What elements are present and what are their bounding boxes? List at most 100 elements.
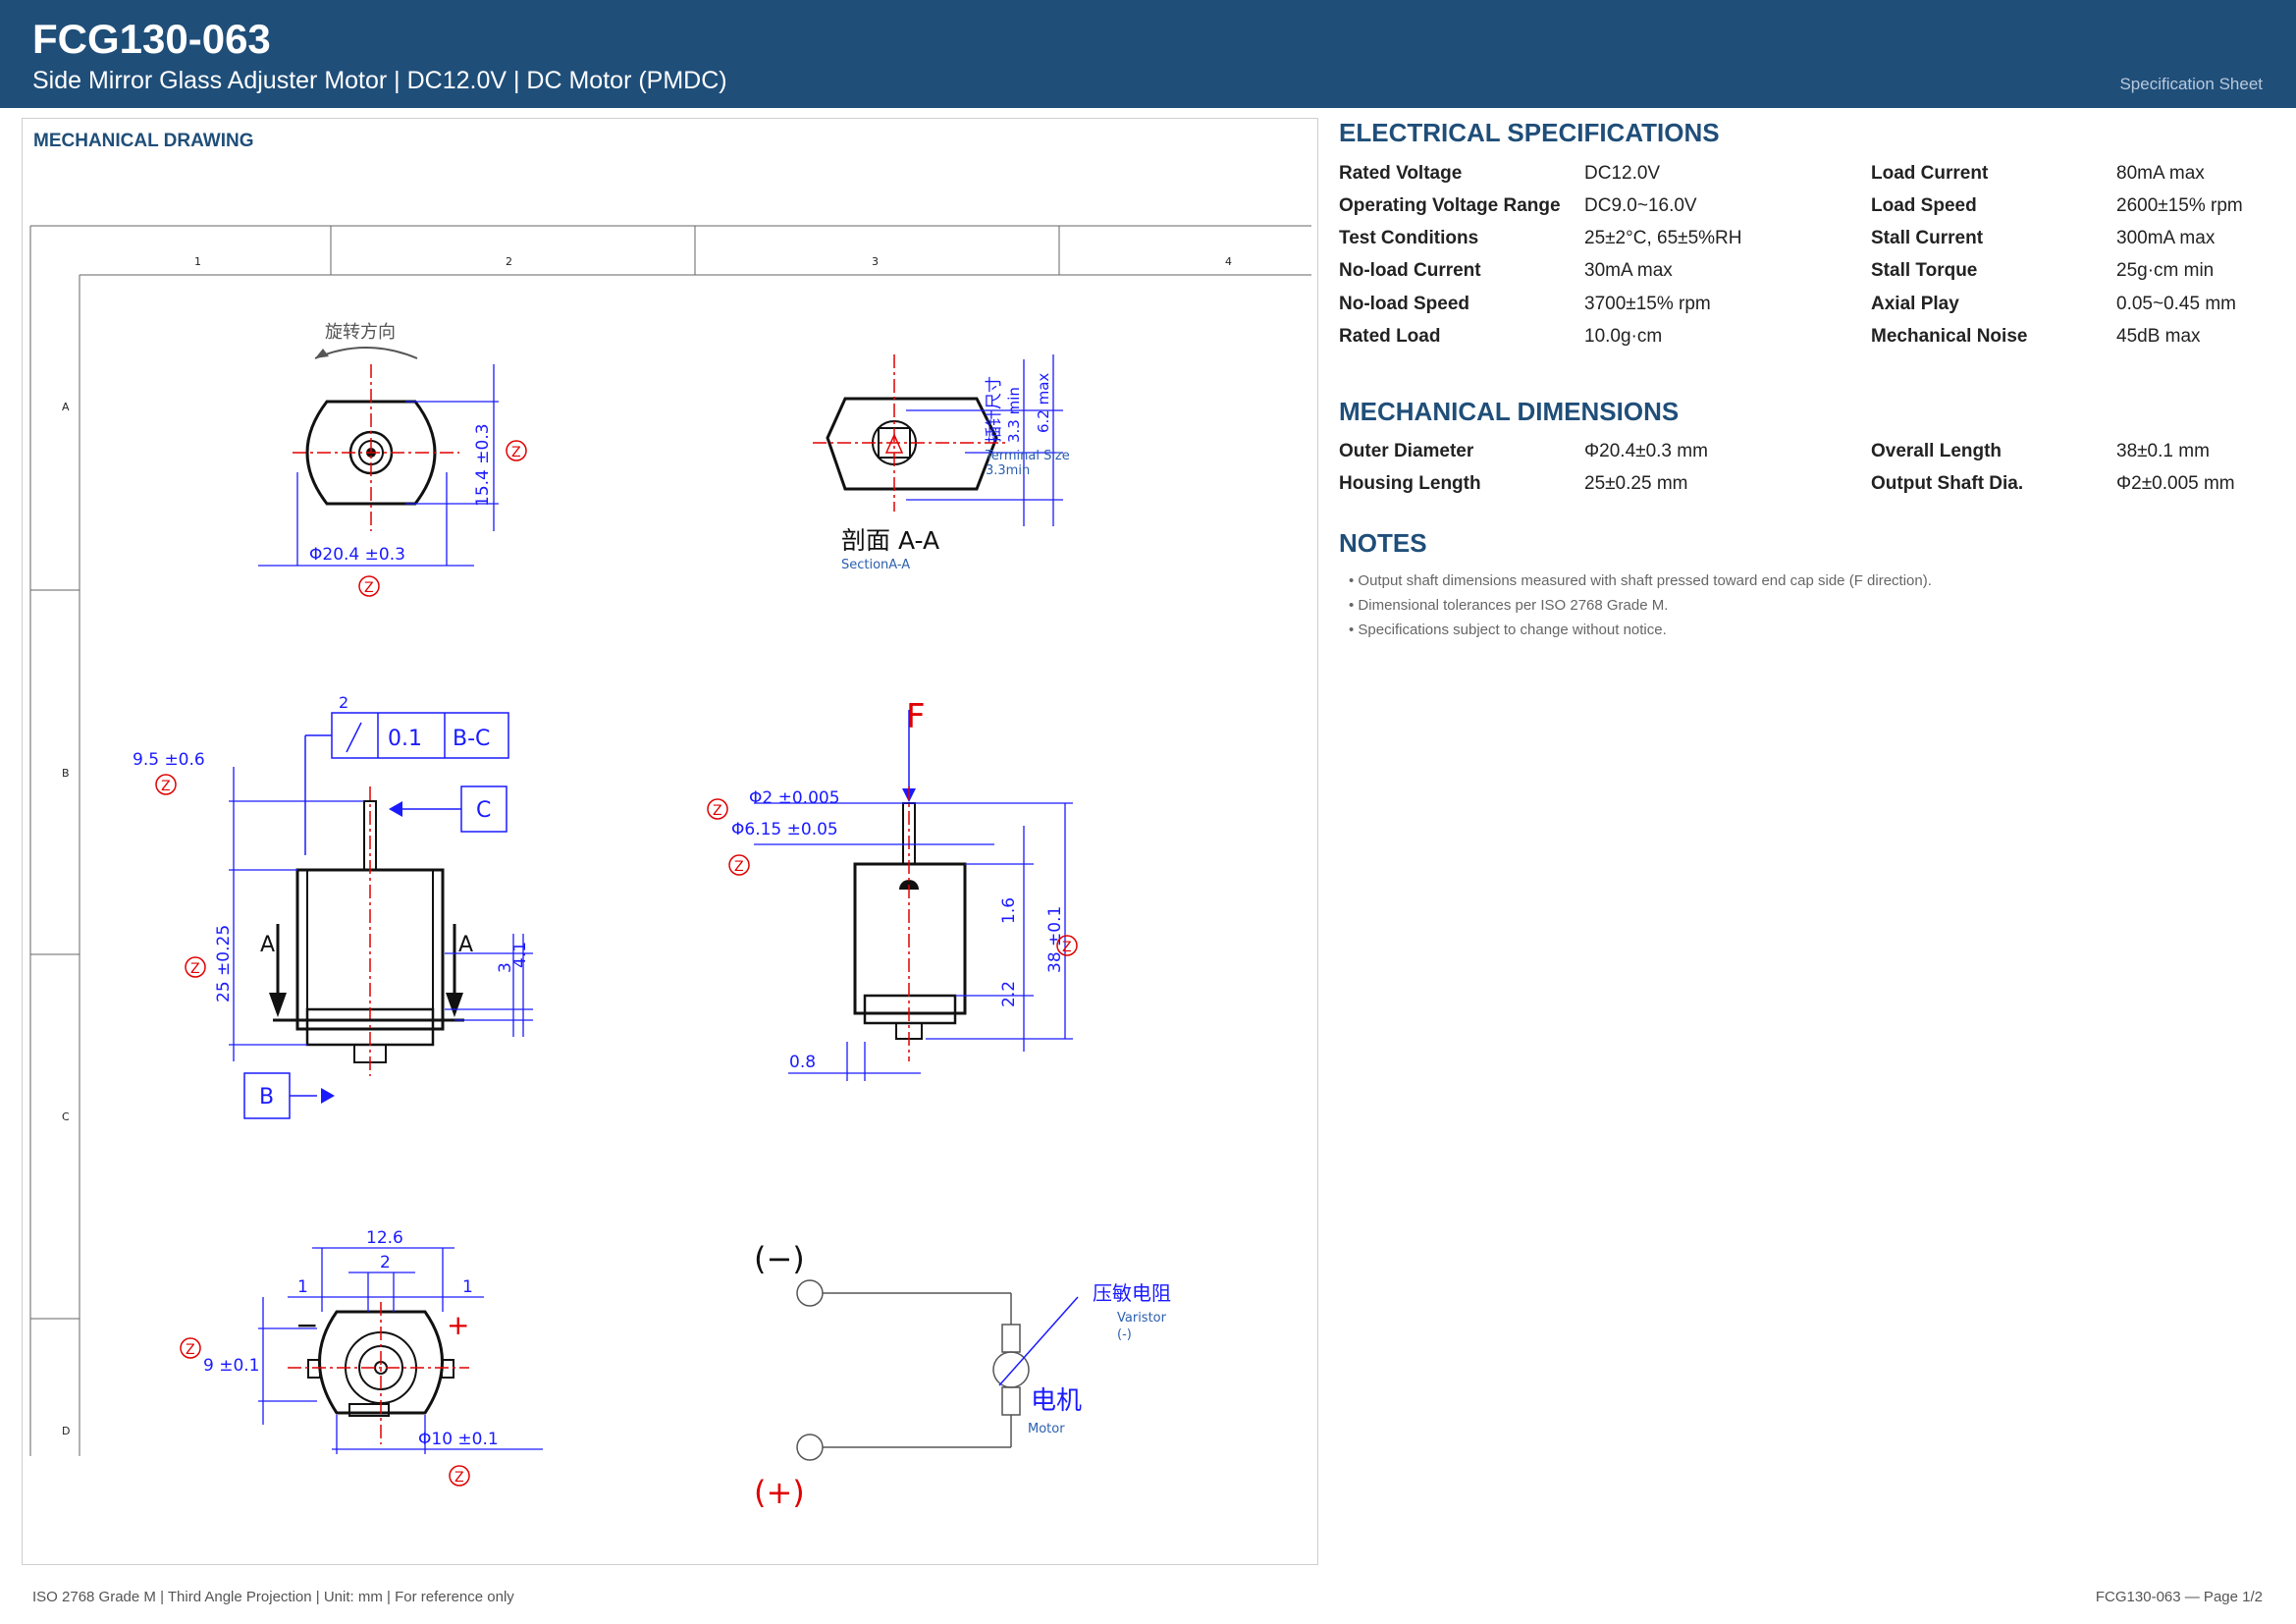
spec-label: No-load Speed <box>1339 294 1470 314</box>
housing-length-dim: 25 ±0.25 <box>214 925 234 1002</box>
spec-value: 80mA max <box>2116 163 2205 184</box>
dim-4-1: 4.1 <box>510 942 530 968</box>
z-mark-icon: Z <box>185 956 206 978</box>
terminal-size-cn: 插针尺寸 <box>985 376 1004 443</box>
spec-label: Output Shaft Dia. <box>1871 473 2024 494</box>
circuit-diagram: (−) (+) 压敏电阻 Varistor (-) 电机 Motor <box>754 1240 1171 1511</box>
dim-2-small: 2 <box>380 1253 391 1272</box>
spec-label: Test Conditions <box>1339 228 1479 248</box>
drawing-grid <box>29 225 1311 1456</box>
section-outline <box>826 397 998 491</box>
svg-text:Z: Z <box>364 580 374 596</box>
spec-label: Outer Diameter <box>1339 441 1474 461</box>
shaft-length-dim: 9.5 ±0.6 <box>133 750 205 770</box>
varistor-en-label: Varistor <box>1117 1311 1167 1326</box>
z-mark-icon: Z <box>358 575 380 597</box>
circuit-positive-label: (+) <box>754 1474 805 1511</box>
footer-standards: ISO 2768 Grade M | Third Angle Projectio… <box>32 1589 514 1605</box>
spec-value: 2600±15% rpm <box>2116 195 2243 216</box>
part-number-title: FCG130-063 <box>32 16 271 62</box>
z-mark-icon: Z <box>155 774 177 795</box>
terminal-min-dim: 3.3 min <box>1005 387 1023 443</box>
dim-2-2: 2.2 <box>999 981 1019 1007</box>
svg-text:Z: Z <box>454 1470 464 1486</box>
spec-value: Φ20.4±0.3 mm <box>1584 441 1708 461</box>
outer-diameter-dim: Φ20.4 ±0.3 <box>309 545 405 565</box>
svg-text:Z: Z <box>161 779 171 794</box>
notes-title: NOTES <box>1339 528 1427 558</box>
dim-1-6: 1.6 <box>999 897 1019 924</box>
rear-end-view: − + 12.6 2 1 1 9 ±0.1 Φ10 ±0.1 Z Z <box>180 1228 543 1487</box>
grid-row-b: B <box>62 767 70 780</box>
z-mark-icon: Z <box>506 440 527 461</box>
spec-label: Rated Load <box>1339 326 1441 347</box>
spec-value: DC9.0~16.0V <box>1584 195 1697 216</box>
svg-text:Z: Z <box>1062 940 1072 955</box>
section-title-cn: 剖面 A-A <box>841 526 939 555</box>
product-subtitle: Side Mirror Glass Adjuster Motor | DC12.… <box>32 67 727 94</box>
grid-labels: 1 2 3 4 A B C D <box>62 255 1232 1437</box>
footer-page-number: FCG130-063 — Page 1/2 <box>2095 1589 2263 1605</box>
dim-1-left: 1 <box>297 1277 308 1297</box>
spec-value: 10.0g·cm <box>1584 326 1663 347</box>
terminal-size-en: Terminal Size <box>985 449 1070 463</box>
terminal-max-dim: 6.2 max <box>1035 373 1052 433</box>
section-mark-left: A <box>260 933 275 957</box>
header-bar: FCG130-063 Side Mirror Glass Adjuster Mo… <box>0 0 2296 108</box>
dim-0-8: 0.8 <box>789 1053 816 1072</box>
dim-10: Φ10 ±0.1 <box>418 1430 499 1449</box>
datum-c-label: C <box>476 798 491 823</box>
spec-value: 25g·cm min <box>2116 260 2215 281</box>
mechanical-drawing-panel: MECHANICAL DRAWING 1 2 3 4 A B C D 旋转方向 … <box>22 118 1318 1565</box>
section-view-a-a: 插针尺寸 3.3 min 6.2 max Terminal Size 3.3mi… <box>813 354 1070 572</box>
spec-value: DC12.0V <box>1584 163 1661 184</box>
runout-reference: B-C <box>453 727 490 751</box>
z-mark-icon: Z <box>707 798 728 820</box>
spec-value: 25±0.25 mm <box>1584 473 1688 494</box>
varistor-sub-label: (-) <box>1117 1327 1132 1342</box>
section-title-en: SectionA-A <box>841 558 910 572</box>
circuit-negative-label: (−) <box>754 1240 805 1277</box>
spec-value: 30mA max <box>1584 260 1673 281</box>
spec-label: Overall Length <box>1871 441 2002 461</box>
grid-col-2: 2 <box>506 255 512 268</box>
terminal-size-en-min: 3.3min <box>986 463 1030 478</box>
motor-cn-label: 电机 <box>1031 1386 1082 1416</box>
spec-label: Stall Torque <box>1871 260 1978 281</box>
side-view-right: F Φ2 ±0.005 Φ6.15 ±0.05 1.6 2.2 38 ±0.1 … <box>707 697 1078 1081</box>
grid-col-3: 3 <box>872 255 879 268</box>
spec-value: 3700±15% rpm <box>1584 294 1711 314</box>
shaft-diameter-dim: Φ2 ±0.005 <box>749 788 840 808</box>
grid-row-a: A <box>62 401 70 413</box>
grid-col-1: 1 <box>194 255 201 268</box>
spec-label: Housing Length <box>1339 473 1481 494</box>
spec-label: Rated Voltage <box>1339 163 1463 184</box>
spec-value: 0.05~0.45 mm <box>2116 294 2236 314</box>
dim-1-right: 1 <box>462 1277 473 1297</box>
datum-b-label: B <box>259 1085 274 1110</box>
grid-row-c: C <box>62 1110 70 1123</box>
side-view-left: 2 0.1 B-C C A A B 9.5 ±0.6 25 ±0.25 3 4.… <box>133 693 533 1119</box>
spec-label: Load Current <box>1871 163 1989 184</box>
spec-label: Load Speed <box>1871 195 1977 216</box>
minus-terminal-mark: − <box>295 1309 318 1341</box>
spec-label: Axial Play <box>1871 294 1959 314</box>
mechanical-drawing: 1 2 3 4 A B C D 旋转方向 Φ20.4 ±0.3 15.4 ±0.… <box>29 225 1311 1511</box>
spec-label: Stall Current <box>1871 228 1984 248</box>
rotation-direction-label: 旋转方向 <box>325 322 396 343</box>
plus-terminal-mark: + <box>447 1309 469 1341</box>
note-item: • Dimensional tolerances per ISO 2768 Gr… <box>1349 597 1669 614</box>
spec-value: 25±2°C, 65±5%RH <box>1584 228 1742 248</box>
svg-text:Z: Z <box>734 859 744 875</box>
grid-col-4: 4 <box>1225 255 1232 268</box>
svg-text:Z: Z <box>186 1342 195 1358</box>
note-item: • Output shaft dimensions measured with … <box>1349 572 1932 589</box>
runout-number: 2 <box>339 693 348 712</box>
spec-label: No-load Current <box>1339 260 1481 281</box>
runout-value: 0.1 <box>388 727 422 751</box>
svg-text:Z: Z <box>511 445 521 460</box>
spec-value: 38±0.1 mm <box>2116 441 2210 461</box>
spec-label: Operating Voltage Range <box>1339 195 1561 216</box>
end-view-top-left: 旋转方向 Φ20.4 ±0.3 15.4 ±0.3 Z Z <box>258 322 527 597</box>
electrical-specs-title: ELECTRICAL SPECIFICATIONS <box>1339 118 1720 147</box>
